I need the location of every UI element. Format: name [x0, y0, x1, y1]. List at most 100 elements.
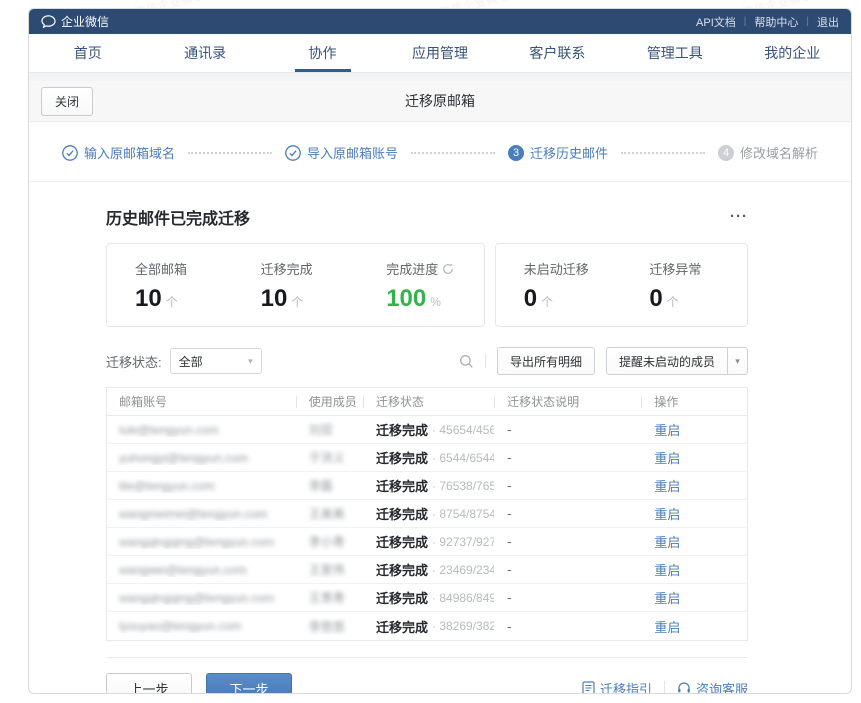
- remind-unstarted-button[interactable]: 提醒未启动的成员: [606, 347, 728, 375]
- restart-link[interactable]: 重启: [654, 504, 680, 523]
- nav-tab-1[interactable]: 通讯录: [146, 34, 263, 72]
- action-cell: 重启: [641, 420, 747, 439]
- topbar-link-separator: |: [806, 16, 809, 27]
- status-desc-cell: -: [494, 422, 641, 437]
- email-text: wangqingqing@tengyun.com: [119, 591, 274, 605]
- restart-link[interactable]: 重启: [654, 448, 680, 467]
- nav-tab-label: 应用管理: [412, 43, 468, 63]
- table-row: wangmeimei@tengyun.com王美美迁移完成8754/8754-重…: [107, 500, 747, 528]
- step-label: 修改域名解析: [740, 143, 818, 162]
- divider-strip: [29, 73, 851, 81]
- stat-label-row: 迁移完成: [261, 259, 359, 278]
- migration-guide-link[interactable]: 迁移指引: [582, 679, 652, 695]
- close-button[interactable]: 关闭: [41, 87, 93, 116]
- topbar-link-2[interactable]: 退出: [817, 14, 839, 30]
- status-desc-cell: -: [494, 562, 641, 577]
- topbar-link-0[interactable]: API文档: [696, 14, 736, 30]
- status-desc-cell: -: [494, 506, 641, 521]
- status-desc: -: [507, 619, 511, 634]
- status-desc: -: [507, 590, 511, 605]
- email-text: lile@tengyun.com: [119, 479, 215, 493]
- status-count: 84986/84986: [432, 591, 494, 605]
- status-desc: -: [507, 450, 511, 465]
- contact-support-label: 咨询客服: [696, 679, 748, 695]
- column-header-1: 邮箱账号: [107, 393, 296, 410]
- email-text: lule@tengyun.com: [119, 423, 219, 437]
- wework-bubble-logo-icon: [41, 15, 56, 28]
- email-cell: wangqingqing@tengyun.com: [107, 591, 296, 605]
- restart-link[interactable]: 重启: [654, 476, 680, 495]
- chevron-down-icon: ▾: [248, 356, 253, 367]
- restart-link[interactable]: 重启: [654, 420, 680, 439]
- member-cell: 李磊: [296, 477, 363, 494]
- nav-tab-2[interactable]: 协作: [264, 34, 381, 72]
- restart-link[interactable]: 重启: [654, 588, 680, 607]
- topbar-link-1[interactable]: 帮助中心: [754, 14, 798, 30]
- status-cell: 迁移完成6544/6544: [363, 448, 494, 467]
- restart-link[interactable]: 重启: [654, 532, 680, 551]
- member-text: 于洪义: [309, 449, 345, 466]
- search-icon[interactable]: [459, 354, 474, 369]
- next-step-button[interactable]: 下一步: [206, 673, 292, 694]
- prev-step-button[interactable]: 上一步: [106, 673, 192, 694]
- nav-tab-5[interactable]: 管理工具: [616, 34, 733, 72]
- refresh-icon[interactable]: [442, 263, 454, 275]
- email-cell: lile@tengyun.com: [107, 479, 296, 493]
- remind-split-button: 提醒未启动的成员 ▾: [606, 347, 748, 375]
- column-header-label: 迁移状态说明: [507, 393, 579, 410]
- nav-tab-4[interactable]: 客户联系: [499, 34, 616, 72]
- stat-unit: 个: [667, 293, 679, 310]
- email-cell: wangqingqing@tengyun.com: [107, 535, 296, 549]
- stat-unit: 个: [541, 293, 553, 310]
- member-text: 李悠悠: [309, 618, 345, 635]
- nav-tab-3[interactable]: 应用管理: [381, 34, 498, 72]
- status-desc: -: [507, 506, 511, 521]
- email-cell: lyouyao@tengyun.com: [107, 619, 296, 633]
- more-menu-icon[interactable]: ···: [730, 212, 748, 222]
- nav-tab-label: 客户联系: [529, 43, 585, 63]
- status-desc: -: [507, 534, 511, 549]
- email-text: wangwei@tengyun.com: [119, 563, 247, 577]
- status-count: 45654/45654: [432, 423, 494, 437]
- restart-link[interactable]: 重启: [654, 560, 680, 579]
- export-details-button[interactable]: 导出所有明细: [497, 347, 595, 375]
- contact-support-link[interactable]: 咨询客服: [677, 679, 748, 695]
- table-row: yuhongyi@tengyun.com于洪义迁移完成6544/6544-重启: [107, 444, 747, 472]
- restart-link[interactable]: 重启: [654, 617, 680, 636]
- status-cell: 迁移完成 45654/45654: [363, 420, 494, 439]
- step-label: 导入原邮箱账号: [307, 143, 398, 162]
- panel-footer: 上一步 下一步 迁移指引 咨询客服: [106, 657, 748, 694]
- status-label: 迁移完成: [376, 476, 428, 495]
- remind-dropdown-arrow[interactable]: ▾: [727, 347, 748, 375]
- status-desc: -: [507, 562, 511, 577]
- status-desc-cell: -: [494, 590, 641, 605]
- member-cell: 刘双: [296, 421, 363, 438]
- column-header-4: 迁移状态说明: [494, 393, 641, 410]
- status-cell: 迁移完成 76538/76538: [363, 476, 494, 495]
- nav-tab-label: 通讯录: [184, 43, 226, 63]
- stat-value-row: 10个: [261, 285, 359, 313]
- member-text: 李磊: [309, 477, 333, 494]
- status-filter-value: 全部: [179, 353, 203, 370]
- status-count: 76538/76538: [432, 479, 494, 493]
- table-row: lile@tengyun.com 李磊 迁移完成 76538/76538- 重启: [107, 472, 747, 500]
- action-cell: 重启: [641, 588, 747, 607]
- action-cell: 重启: [641, 504, 747, 523]
- nav-tab-6[interactable]: 我的企业: [734, 34, 851, 72]
- action-cell: 重启: [641, 617, 747, 636]
- status-count: 6544/6544: [432, 451, 494, 465]
- column-header-2: 使用成员: [296, 393, 363, 410]
- status-filter-select[interactable]: 全部 ▾: [170, 348, 262, 374]
- main-nav: 首页 通讯录 协作 应用管理 客户联系 管理工具 我的企业: [29, 34, 851, 73]
- status-desc: -: [507, 478, 511, 493]
- footer-links: 迁移指引 咨询客服: [582, 679, 748, 695]
- stat-unit: 个: [166, 293, 178, 310]
- status-label: 迁移完成: [376, 420, 428, 439]
- step-label: 输入原邮箱域名: [84, 143, 175, 162]
- stat-value-row: 100%: [386, 285, 484, 313]
- member-cell: 王家伟: [296, 561, 363, 578]
- nav-tab-0[interactable]: 首页: [29, 34, 146, 72]
- step-connector: [411, 152, 495, 154]
- table-row: wangwei@tengyun.com王家伟迁移完成23469/23469-重启: [107, 556, 747, 584]
- nav-tab-label: 管理工具: [647, 43, 703, 63]
